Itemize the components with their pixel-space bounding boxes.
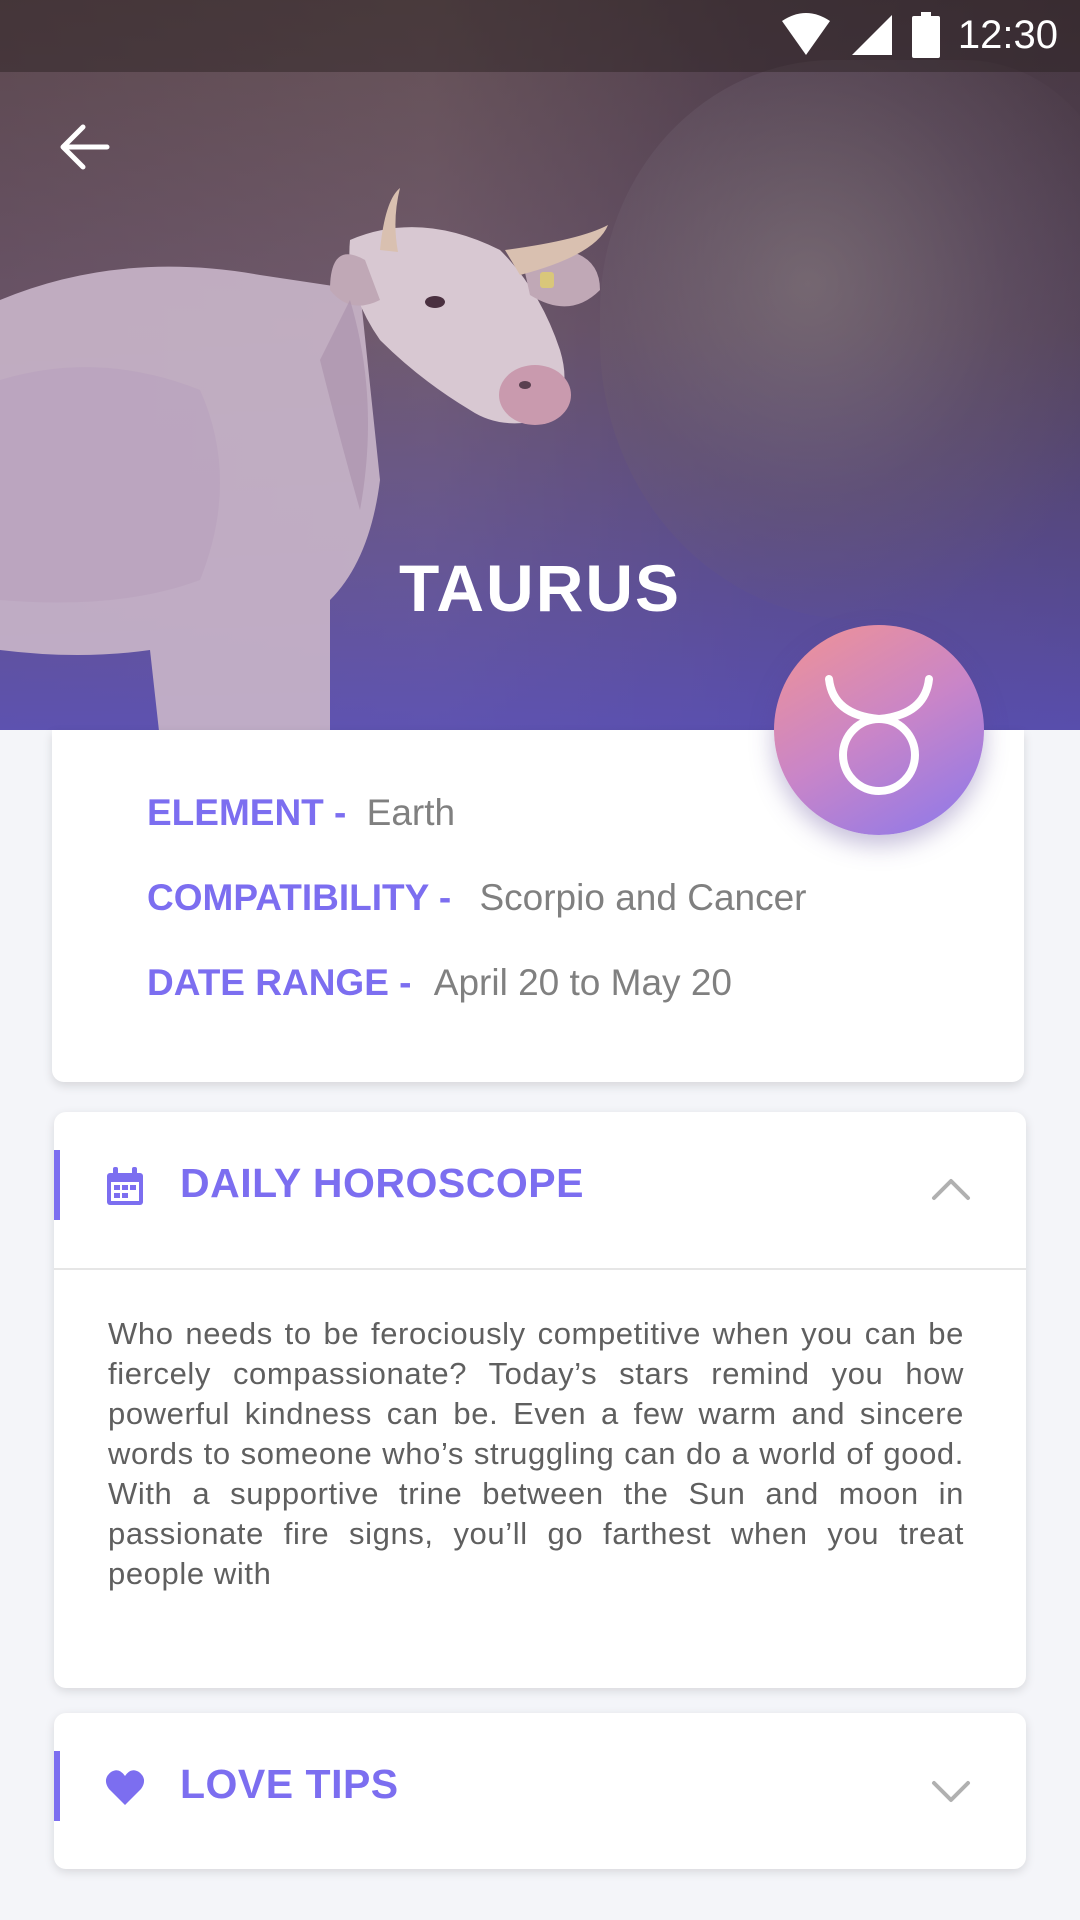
element-label: ELEMENT -: [147, 792, 347, 833]
cell-signal-icon: [851, 15, 892, 55]
love-tips-header[interactable]: LOVE TIPS: [54, 1713, 1026, 1869]
cow-illustration: [0, 188, 608, 730]
love-tips-title: LOVE TIPS: [180, 1761, 399, 1807]
status-bar: 12:30: [0, 0, 1080, 72]
daily-horoscope-header[interactable]: DAILY HOROSCOPE: [54, 1112, 1026, 1268]
heart-icon: [105, 1770, 145, 1805]
chevron-down-icon[interactable]: [930, 1769, 972, 1811]
page-title: TAURUS: [398, 551, 682, 625]
zodiac-badge: [774, 625, 984, 835]
daily-horoscope-text: Who needs to be ferociously competitive …: [108, 1316, 964, 1591]
arrow-back-icon: [60, 124, 110, 170]
calendar-icon: [107, 1167, 143, 1205]
background-foliage: [600, 60, 1080, 620]
status-time: 12:30: [957, 12, 1058, 57]
date-range-row: DATE RANGE - April 20 to May 20: [147, 962, 732, 1004]
love-tips-card: LOVE TIPS: [54, 1713, 1026, 1869]
back-button[interactable]: [50, 112, 120, 182]
daily-horoscope-card: DAILY HOROSCOPE Who needs to be ferociou…: [54, 1112, 1026, 1688]
wifi-icon: [781, 13, 830, 55]
daily-horoscope-title: DAILY HOROSCOPE: [180, 1160, 584, 1206]
accent-bar: [54, 1751, 60, 1821]
date-range-value: April 20 to May 20: [433, 962, 732, 1003]
element-row: ELEMENT - Earth: [147, 792, 455, 834]
accent-bar: [54, 1150, 60, 1220]
battery-icon: [911, 12, 940, 58]
compatibility-value: Scorpio and Cancer: [479, 877, 807, 918]
compatibility-label: COMPATIBILITY -: [147, 877, 452, 918]
taurus-symbol-icon: [825, 675, 933, 795]
compatibility-row: COMPATIBILITY - Scorpio and Cancer: [147, 877, 807, 919]
date-range-label: DATE RANGE -: [147, 962, 412, 1003]
element-value: Earth: [366, 792, 456, 833]
chevron-up-icon[interactable]: [930, 1168, 972, 1210]
